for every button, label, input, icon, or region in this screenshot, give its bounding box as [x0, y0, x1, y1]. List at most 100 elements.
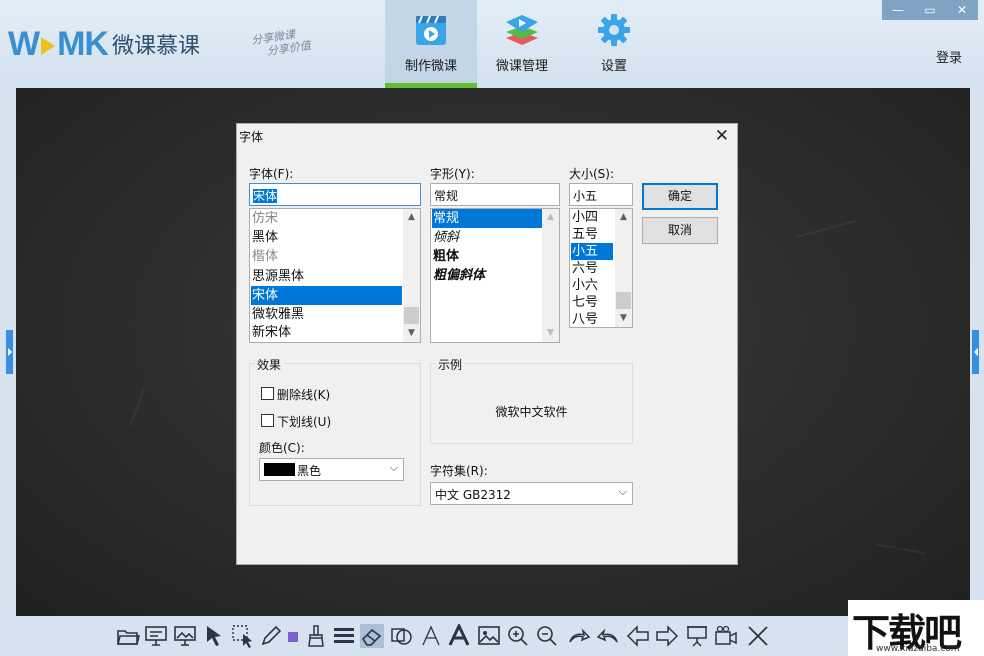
eraser-icon[interactable]: [360, 624, 384, 648]
app-logo: WMK 微课慕课: [8, 24, 200, 64]
camera-icon[interactable]: [714, 624, 738, 648]
gear-icon: [596, 12, 632, 48]
open-folder-icon[interactable]: [116, 624, 140, 648]
ok-button[interactable]: 确定: [642, 183, 718, 210]
scroll-up-icon[interactable]: ▲: [542, 209, 559, 226]
style-list[interactable]: 常规 倾斜 粗体 粗偏斜体 ▲ ▼: [430, 208, 560, 343]
app-slogan: 分享微课 分享价值: [250, 26, 311, 60]
next-icon[interactable]: [655, 624, 679, 648]
presentation-icon[interactable]: [685, 624, 709, 648]
maximize-button[interactable]: ▭: [914, 0, 946, 20]
scroll-thumb[interactable]: [404, 307, 419, 324]
list-item[interactable]: 粗偏斜体: [432, 266, 485, 285]
scroll-thumb[interactable]: [616, 292, 631, 309]
chalk-smudge: [797, 220, 855, 237]
list-item[interactable]: 仿宋: [251, 209, 278, 228]
close-window-button[interactable]: ✕: [946, 0, 978, 20]
minimize-button[interactable]: —: [882, 0, 914, 20]
color-select[interactable]: 黑色 ⌵: [259, 458, 404, 481]
font-label: 字体(F):: [249, 165, 293, 182]
list-item[interactable]: 七号: [571, 294, 598, 311]
style-list-scrollbar[interactable]: ▲ ▼: [542, 209, 559, 342]
list-item[interactable]: 思源黑体: [251, 267, 304, 286]
font-list[interactable]: 仿宋 黑体 楷体 思源黑体 宋体 微软雅黑 新宋体 ▲ ▼: [249, 208, 421, 343]
tab-make-course[interactable]: 制作微课: [385, 0, 477, 88]
list-item[interactable]: 微软雅黑: [251, 305, 304, 324]
size-label: 大小(S):: [569, 165, 614, 182]
font-input-value: 宋体: [253, 189, 277, 203]
strikeout-checkbox[interactable]: [261, 387, 274, 400]
top-bar: WMK 微课慕课 分享微课 分享价值 制作微课 微课管理: [0, 0, 984, 88]
left-panel-toggle[interactable]: [6, 330, 13, 374]
watermark-url: www.xiazaiba.com: [876, 644, 960, 654]
text-bold-icon[interactable]: [447, 624, 471, 648]
font-input[interactable]: 宋体: [249, 183, 421, 206]
strikeout-label: 删除线(K): [277, 386, 330, 403]
chevron-down-icon: ⌵: [390, 461, 398, 475]
cancel-button[interactable]: 取消: [642, 217, 718, 244]
list-item-selected[interactable]: 宋体: [251, 286, 402, 305]
undo-icon[interactable]: [596, 624, 620, 648]
list-item[interactable]: 小四: [571, 209, 598, 226]
insert-image-icon[interactable]: [477, 624, 501, 648]
size-input[interactable]: 小五: [569, 183, 633, 206]
shape-icon[interactable]: [390, 624, 414, 648]
dialog-title: 字体: [239, 128, 263, 145]
dialog-close-button[interactable]: ✕: [715, 126, 729, 146]
size-list[interactable]: 小四 五号 小五 六号 小六 七号 八号 ▲ ▼: [569, 208, 633, 328]
style-input[interactable]: 常规: [430, 183, 560, 206]
scroll-up-icon[interactable]: ▲: [403, 209, 420, 226]
scroll-up-icon[interactable]: ▲: [615, 209, 632, 226]
tab-make-course-label: 制作微课: [385, 55, 477, 74]
window-controls: — ▭ ✕: [882, 0, 978, 20]
sample-text: 微软中文软件: [430, 403, 633, 420]
login-link[interactable]: 登录: [936, 47, 962, 66]
font-list-scrollbar[interactable]: ▲ ▼: [403, 209, 420, 342]
effects-group-title: 效果: [254, 356, 284, 373]
scroll-down-icon[interactable]: ▼: [403, 325, 420, 342]
list-item[interactable]: 粗体: [432, 247, 459, 266]
image-board-icon[interactable]: [173, 624, 197, 648]
sample-group-title: 示例: [435, 356, 465, 373]
right-panel-toggle[interactable]: [972, 330, 979, 374]
list-item[interactable]: 新宋体: [251, 323, 291, 342]
size-list-scrollbar[interactable]: ▲ ▼: [615, 209, 632, 327]
list-item[interactable]: 六号: [571, 260, 598, 277]
list-item-selected[interactable]: 小五: [571, 243, 613, 260]
font-dialog: 字体 ✕ 字体(F): 宋体 仿宋 黑体 楷体 思源黑体 宋体 微软雅黑 新宋体…: [236, 123, 738, 565]
redo-icon[interactable]: [567, 624, 591, 648]
text-thin-icon[interactable]: [419, 624, 443, 648]
tab-settings[interactable]: 设置: [568, 0, 660, 88]
list-item[interactable]: 黑体: [251, 228, 278, 247]
scroll-down-icon[interactable]: ▼: [615, 310, 632, 327]
zoom-in-icon[interactable]: [506, 624, 530, 648]
tab-course-manage[interactable]: 微课管理: [476, 0, 568, 88]
scroll-down-icon[interactable]: ▼: [542, 325, 559, 342]
close-icon[interactable]: [746, 624, 770, 648]
board-icon[interactable]: [144, 624, 168, 648]
list-item[interactable]: 小六: [571, 277, 598, 294]
effects-group: [249, 363, 421, 506]
pen-icon[interactable]: [259, 624, 283, 648]
underline-checkbox[interactable]: [261, 414, 274, 427]
bottom-toolbar: [0, 616, 984, 656]
tab-course-manage-label: 微课管理: [476, 55, 568, 74]
brush-icon[interactable]: [304, 624, 328, 648]
select-area-icon[interactable]: [231, 624, 255, 648]
chalk-smudge: [876, 544, 926, 555]
tab-settings-label: 设置: [568, 55, 660, 74]
pointer-icon[interactable]: [202, 624, 226, 648]
zoom-out-icon[interactable]: [535, 624, 559, 648]
line-width-icon[interactable]: [332, 624, 356, 648]
list-item[interactable]: 倾斜: [432, 228, 459, 247]
list-item[interactable]: 五号: [571, 226, 598, 243]
list-item-selected[interactable]: 常规: [432, 209, 542, 228]
prev-icon[interactable]: [626, 624, 650, 648]
chevron-down-icon: ⌵: [619, 485, 627, 499]
list-item[interactable]: 楷体: [251, 247, 278, 266]
layers-play-icon: [504, 12, 540, 48]
video-clip-icon: [413, 12, 449, 48]
list-item[interactable]: 八号: [571, 311, 598, 328]
color-select-value: 黑色: [297, 462, 321, 479]
charset-select[interactable]: 中文 GB2312 ⌵: [430, 482, 633, 505]
